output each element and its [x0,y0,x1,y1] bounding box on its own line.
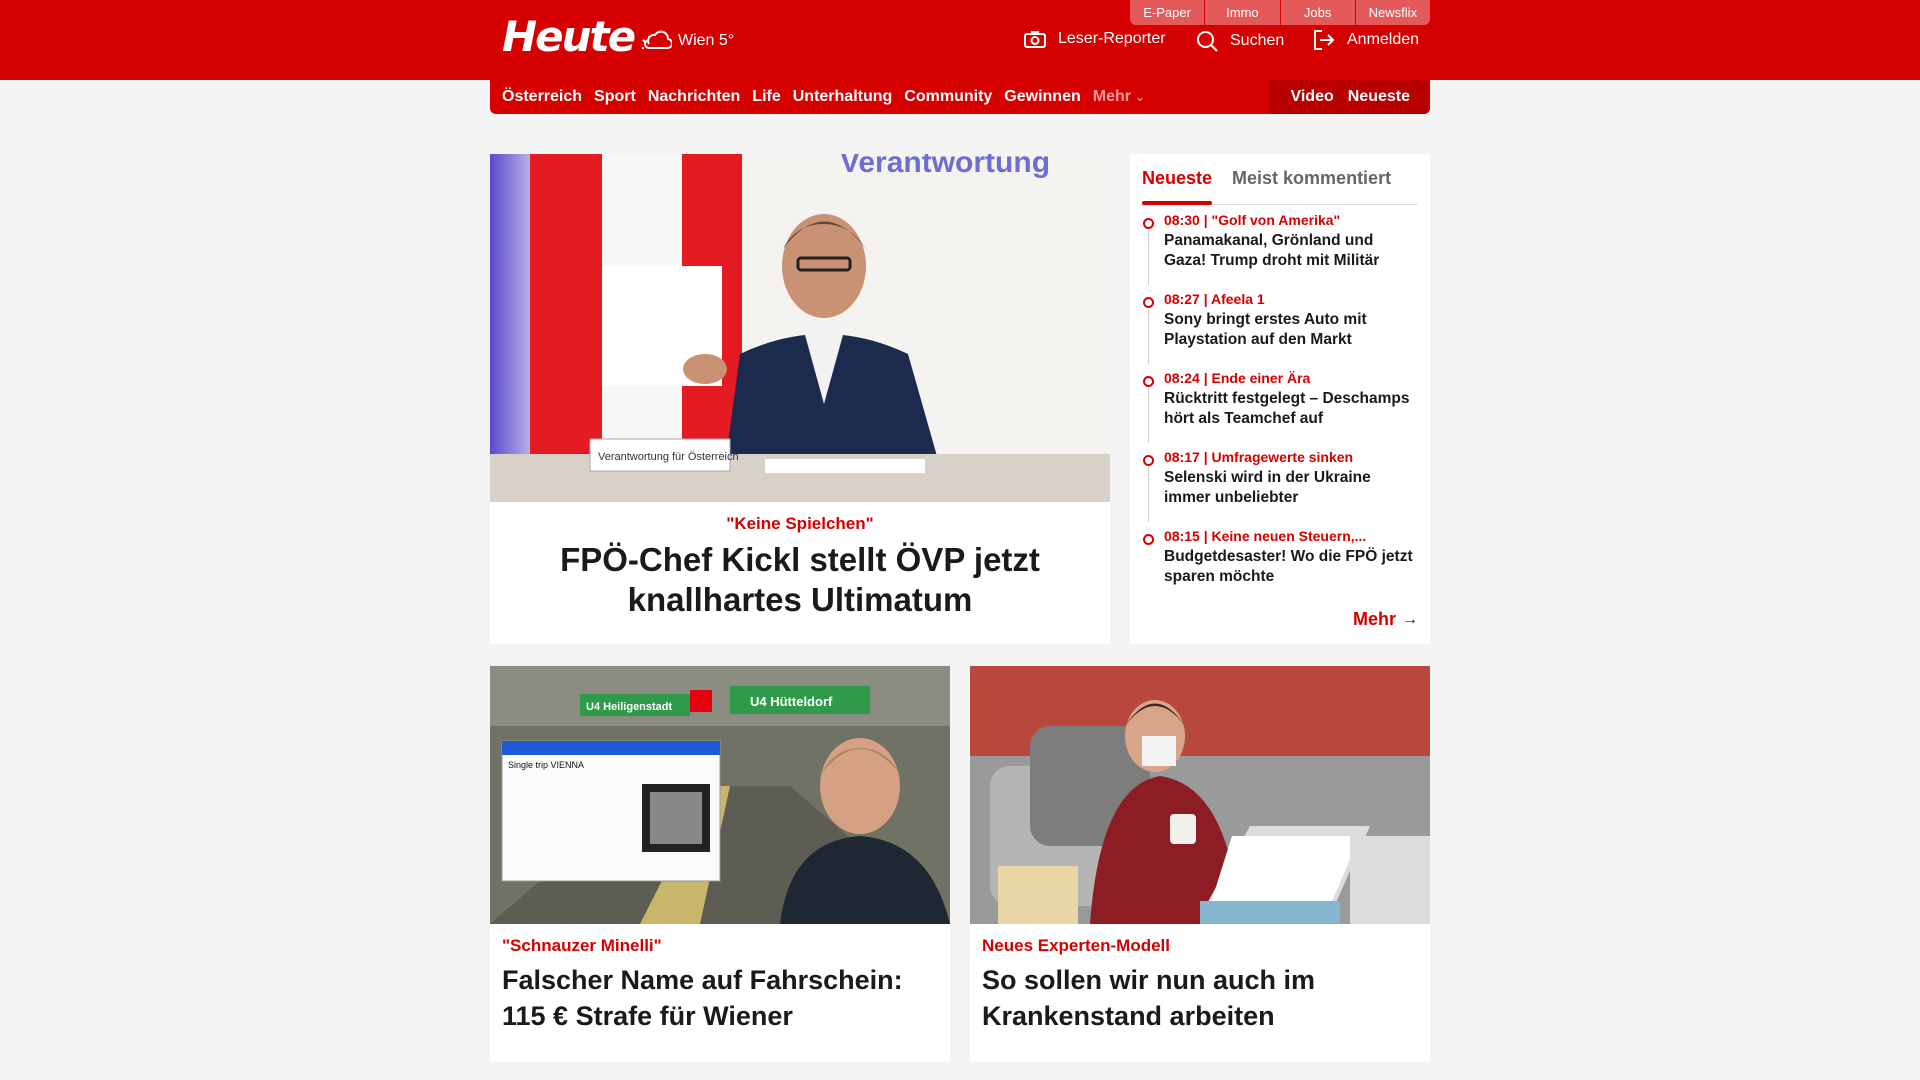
sidebar-more-link[interactable]: Mehr → [1353,609,1418,630]
sidebar-more-label: Mehr [1352,609,1396,629]
article-text: Neues Experten-Modell So sollen wir nun … [970,924,1430,1034]
hero-headline[interactable]: FPÖ-Chef Kickl stellt ÖVP jetzt knallhar… [540,540,1060,620]
feed-item[interactable]: 08:15 | Keine neuen Steuern,... Budgetde… [1142,528,1418,607]
sidebar-tabs: Neueste Meist kommentiert [1142,164,1418,205]
tab-meist-kommentiert[interactable]: Meist kommentiert [1232,164,1391,204]
article-kicker: "Schnauzer Minelli" [502,936,662,955]
station-sign-right: U4 Hütteldorf [750,694,833,709]
timeline-dot [1143,455,1154,466]
article-text: "Schnauzer Minelli" Falscher Name auf Fa… [490,924,950,1034]
nav-item-gewinnen[interactable]: Gewinnen [1004,88,1080,106]
feed-title: Budgetdesaster! Wo die FPÖ jetzt sparen … [1164,548,1413,585]
search-label: Suchen [1230,32,1285,49]
article-card[interactable]: U4 Heiligenstadt U4 Hütteldorf Single tr… [490,666,950,1062]
login-button[interactable]: Anmelden [1313,30,1419,50]
nav-item-life[interactable]: Life [752,88,780,106]
timeline-dot [1143,297,1154,308]
cloud-sun-icon [642,30,672,49]
main-navigation: Österreich Sport Nachrichten Life Unterh… [490,80,1430,114]
ticket-title: Single trip VIENNA [508,760,584,770]
weather-widget[interactable]: Wien 5° [640,28,734,54]
search-button[interactable]: Suchen [1196,30,1284,52]
feed-meta: 08:17 | Umfragewerte sinken [1164,449,1354,465]
timeline-dot [1143,534,1154,545]
nav-item-community[interactable]: Community [904,88,992,106]
nav-more-label: Mehr [1092,88,1131,105]
article-headline[interactable]: So sollen wir nun auch im Krankenstand a… [982,962,1418,1034]
hero-kicker: "Keine Spielchen" [726,514,874,533]
news-sidebar: Neueste Meist kommentiert 08:30 | "Golf … [1130,154,1430,644]
weather-label: Wien 5° [678,32,735,49]
article-kicker: Neues Experten-Modell [982,936,1170,955]
feed-item[interactable]: 08:24 | Ende einer Ära Rücktritt festgel… [1142,370,1418,449]
site-header [0,0,1920,80]
hero-text: "Keine Spielchen" FPÖ-Chef Kickl stellt … [490,502,1110,620]
nav-item-unterhaltung[interactable]: Unterhaltung [793,88,893,106]
news-feed: 08:30 | "Golf von Amerika" Panamakanal, … [1142,212,1418,607]
feed-title: Selenski wird in der Ukraine immer unbel… [1164,469,1371,506]
feed-title: Rücktritt festgelegt – Deschamps hört al… [1164,390,1410,427]
timeline-dot [1143,218,1154,229]
feed-meta: 08:24 | Ende einer Ära [1164,370,1311,386]
camera-icon [1024,30,1046,48]
chevron-down-icon: ⌄ [1134,90,1146,104]
feed-meta: 08:15 | Keine neuen Steuern,... [1164,528,1367,544]
nav-right-group: Video Neueste [1270,80,1430,114]
utility-link-epaper[interactable]: E-Paper [1130,0,1206,25]
utility-link-newsflix[interactable]: Newsflix [1355,0,1430,25]
timeline-dot [1143,376,1154,387]
feed-item[interactable]: 08:27 | Afeela 1 Sony bringt erstes Auto… [1142,291,1418,370]
feed-item[interactable]: 08:17 | Umfragewerte sinken Selenski wir… [1142,449,1418,528]
arrow-right-icon: → [1402,610,1418,628]
station-sign-left: U4 Heiligenstadt [586,701,673,713]
feed-meta: 08:27 | Afeela 1 [1164,291,1265,307]
hero-backdrop-text: Verantwortung [840,154,1050,179]
nav-item-sport[interactable]: Sport [594,88,636,106]
nav-item-neueste[interactable]: Neueste [1348,88,1410,106]
search-icon [1196,30,1218,52]
article-headline[interactable]: Falscher Name auf Fahrschein: 115 € Stra… [502,962,938,1034]
nav-item-video[interactable]: Video [1290,88,1333,106]
site-logo[interactable]: Heute [502,12,636,61]
nav-item-nachrichten[interactable]: Nachrichten [648,88,740,106]
nav-item-oesterreich[interactable]: Österreich [502,88,582,106]
login-icon [1313,30,1335,50]
article-card[interactable]: Neues Experten-Modell So sollen wir nun … [970,666,1430,1062]
feed-meta: 08:30 | "Golf von Amerika" [1164,212,1341,228]
login-label: Anmelden [1347,31,1420,48]
feed-title: Sony bringt erstes Auto mit Playstation … [1164,311,1367,348]
nav-more-dropdown[interactable]: Mehr ⌄ [1093,88,1145,106]
utility-links: E-Paper Immo Jobs Newsflix [1130,0,1430,25]
desk-sign-text: Verantwortung für Österreich [598,451,739,463]
utility-link-immo[interactable]: Immo [1205,0,1281,25]
hero-article[interactable]: Verantwortung Verantwortung für Österrei… [490,154,1110,644]
leser-reporter-label: Leser-Reporter [1058,30,1166,47]
feed-title: Panamakanal, Grönland und Gaza! Trump dr… [1164,232,1380,269]
tab-neueste[interactable]: Neueste [1142,164,1213,205]
leser-reporter-button[interactable]: Leser-Reporter [1024,30,1166,48]
hero-image[interactable]: Verantwortung Verantwortung für Österrei… [490,154,1110,502]
article-image[interactable]: U4 Heiligenstadt U4 Hütteldorf Single tr… [490,666,950,924]
utility-link-jobs[interactable]: Jobs [1280,0,1356,25]
feed-item[interactable]: 08:30 | "Golf von Amerika" Panamakanal, … [1142,212,1418,291]
article-image[interactable] [970,666,1430,924]
